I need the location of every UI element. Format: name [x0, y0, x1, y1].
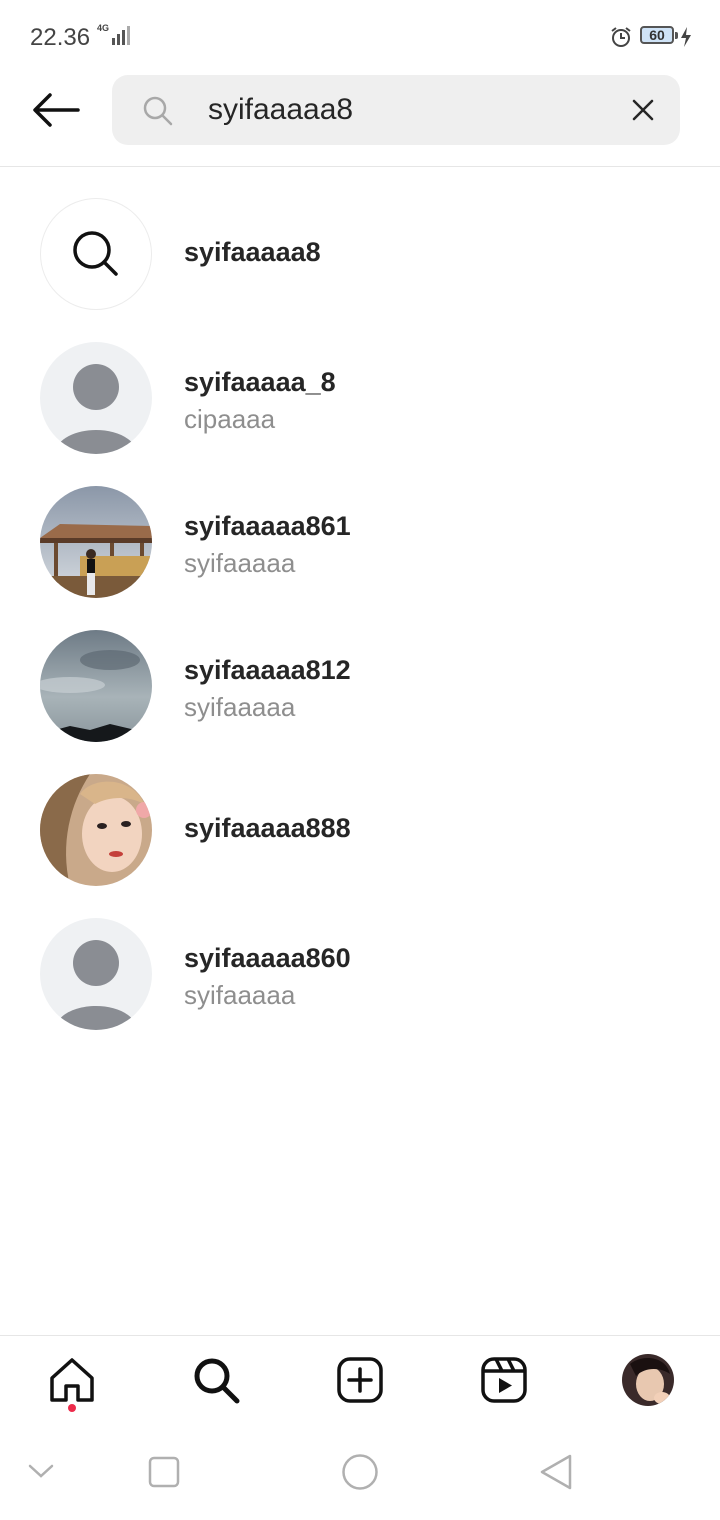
battery-icon: 60	[640, 26, 674, 44]
charging-icon	[681, 27, 691, 47]
avatar	[40, 918, 152, 1030]
alarm-icon	[611, 27, 631, 47]
create-post-icon	[337, 1357, 383, 1403]
status-time: 22.36	[30, 24, 91, 51]
result-fullname: syifaaaaa	[184, 692, 296, 722]
account-result-row[interactable]: syifaaaaa888	[0, 756, 720, 900]
search-icon	[143, 96, 173, 126]
keyword-search-badge	[40, 198, 152, 310]
reels-icon	[481, 1357, 527, 1403]
nav-profile-avatar[interactable]	[622, 1354, 674, 1406]
battery-level: 60	[649, 27, 665, 43]
avatar	[40, 486, 152, 598]
default-avatar-icon	[40, 918, 152, 1030]
home-icon	[50, 1358, 94, 1402]
status-bar: 22.36 4G 60	[0, 0, 720, 72]
system-home-button[interactable]	[340, 1452, 380, 1492]
back-arrow-icon	[33, 93, 80, 127]
profile-avatar-image	[622, 1354, 674, 1406]
result-username: syifaaaaa888	[184, 813, 351, 843]
signal-icon	[112, 26, 130, 45]
keyword-search-row[interactable]: syifaaaaa8	[0, 180, 720, 324]
avatar	[40, 342, 152, 454]
recent-apps-button[interactable]	[146, 1454, 182, 1490]
close-icon	[632, 99, 654, 121]
collapse-chevron-icon	[28, 1464, 54, 1478]
account-result-row[interactable]: syifaaaaa861 syifaaaaa	[0, 468, 720, 612]
avatar	[40, 774, 152, 886]
system-back-button[interactable]	[536, 1452, 576, 1492]
recent-apps-icon	[148, 1456, 180, 1488]
result-username: syifaaaaa8	[184, 237, 321, 267]
home-circle-icon	[342, 1454, 378, 1490]
system-navigation	[0, 1428, 720, 1520]
search-results: syifaaaaa8 syifaaaaa_8 cipaaaa syifaaaaa…	[0, 180, 720, 1044]
back-button[interactable]	[30, 88, 82, 132]
result-fullname: cipaaaa	[184, 404, 276, 434]
photo-cloudy-sky-image	[40, 630, 152, 742]
avatar	[40, 630, 152, 742]
nav-home-button[interactable]	[46, 1354, 98, 1406]
result-username: syifaaaaa812	[184, 655, 351, 685]
photo-selfie-image	[40, 774, 152, 886]
account-result-row[interactable]: syifaaaaa_8 cipaaaa	[0, 324, 720, 468]
default-avatar-icon	[40, 342, 152, 454]
bottom-navigation	[0, 1335, 720, 1428]
battery-tip	[675, 32, 678, 39]
result-username: syifaaaaa_8	[184, 367, 336, 397]
search-icon	[73, 231, 118, 276]
back-triangle-icon	[540, 1454, 572, 1490]
clear-search-button[interactable]	[628, 95, 658, 125]
search-header	[0, 72, 720, 167]
notification-dot	[68, 1404, 76, 1412]
search-bar[interactable]	[112, 75, 680, 145]
result-username: syifaaaaa861	[184, 511, 351, 541]
search-input[interactable]	[208, 75, 618, 145]
account-result-row[interactable]: syifaaaaa860 syifaaaaa	[0, 900, 720, 1044]
result-username: syifaaaaa860	[184, 943, 351, 973]
nav-create-button[interactable]	[334, 1354, 386, 1406]
result-fullname: syifaaaaa	[184, 980, 296, 1010]
collapse-button[interactable]	[24, 1456, 58, 1486]
search-icon	[194, 1358, 240, 1404]
nav-search-button[interactable]	[190, 1354, 242, 1406]
nav-reels-button[interactable]	[478, 1354, 530, 1406]
result-fullname: syifaaaaa	[184, 548, 296, 578]
photo-beach-hut-image	[40, 486, 152, 598]
account-result-row[interactable]: syifaaaaa812 syifaaaaa	[0, 612, 720, 756]
